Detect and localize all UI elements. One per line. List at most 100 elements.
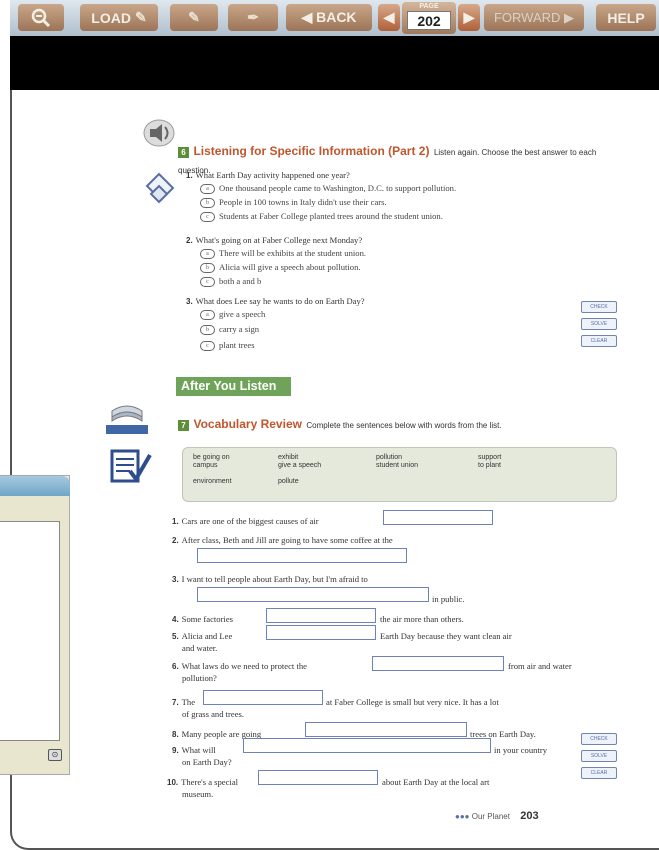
prev-page-button[interactable]: ◀ [378,4,400,31]
option-2b[interactable]: b Alicia will give a speech about polluti… [200,262,361,274]
sentence-5-tail: Earth Day because they want clean air [380,631,512,641]
radio-bubble[interactable]: c [200,212,215,223]
page-caption: PAGE [419,3,439,10]
word-item: to plant [478,462,501,469]
radio-bubble[interactable]: a [200,249,215,260]
load-button[interactable]: LOAD ✎ [80,4,158,31]
answer-field-4[interactable] [266,608,376,623]
answer-field-1[interactable] [383,510,493,525]
back-label: ◀ BACK [301,9,357,25]
triangle-left-icon: ◀ [383,9,395,25]
notebook-check-icon [106,445,152,485]
page-footer: ●●● Our Planet 203 [455,810,539,822]
back-button[interactable]: ◀ BACK [286,4,372,31]
word-item: exhibit [278,454,299,461]
option-3c[interactable]: c plant trees [200,340,255,352]
radio-bubble[interactable]: a [200,310,215,321]
forward-button[interactable]: FORWARD ▶ [484,4,584,31]
answer-field-6[interactable] [372,656,504,671]
option-1b[interactable]: b People in 100 towns in Italy didn't use… [200,197,387,209]
sentence-6-tail: from air and water [508,661,572,671]
answer-field-3[interactable] [197,587,429,602]
section6-number: 6 [178,147,189,158]
forward-label: FORWARD ▶ [493,9,575,25]
sentence-4: 4. Some factories [172,614,233,624]
word-item: environment [193,478,232,485]
sentence-9-tail: in your country [494,745,547,755]
sentence-7: 7. The [172,697,196,707]
option-1c[interactable]: c Students at Faber College planted trees… [200,211,443,223]
answer-field-5[interactable] [266,625,376,640]
radio-bubble[interactable]: c [200,277,215,288]
load-label: LOAD [91,9,131,26]
word-item: campus [193,462,218,469]
sentence-2: 2. After class, Beth and Jill are going t… [172,535,393,545]
viewer-top-band [10,36,659,90]
clear-button[interactable]: CLEAR [581,767,617,779]
sentence-4-tail: the air more than others. [380,614,464,624]
word-item: pollution [376,454,403,461]
help-label: HELP [607,9,645,26]
word-item: be going on [193,454,230,461]
next-page-button[interactable]: ▶ [458,4,480,31]
radio-bubble[interactable]: c [200,341,215,352]
radio-bubble[interactable]: b [200,325,215,336]
question-2: 2. What's going on at Faber College next … [186,235,363,245]
sentence-10: 10. There's a special [167,777,239,787]
word-item: pollute [278,478,299,485]
option-1a[interactable]: a One thousand people came to Washington,… [200,183,456,195]
sentence-6: 6. What laws do we need to protect the [172,661,307,671]
clear-button[interactable]: CLEAR [581,335,617,347]
answer-field-9[interactable] [243,738,491,753]
answer-field-7[interactable] [203,690,323,705]
radio-bubble[interactable]: a [200,184,215,195]
highlight-button[interactable]: ✎ [170,4,218,31]
sentence-6-cont: pollution? [182,673,217,683]
question-3: 3. What does Lee say he wants to do on Ea… [186,296,365,306]
option-2a[interactable]: a There will be exhibits at the student u… [200,248,366,260]
solve-button[interactable]: SOLVE [581,318,617,330]
option-3b[interactable]: b carry a sign [200,324,259,336]
toolbar: LOAD ✎ ✎ ✒ ◀ BACK ◀ PAGE 202 ▶ FORWARD ▶… [10,0,659,36]
side-panel-titlebar[interactable] [0,476,70,496]
solve-button[interactable]: SOLVE [581,750,617,762]
footer-text: Our Planet [471,812,510,821]
section7-title: Vocabulary Review [193,417,302,431]
radio-bubble[interactable]: b [200,263,215,274]
help-button[interactable]: HELP [596,4,656,31]
triangle-right-icon: ▶ [463,9,475,25]
sentence-3-tail: in public. [432,594,465,604]
pencil-icon: ✎ [134,9,147,25]
vocab-strip-icon [145,172,175,208]
word-item: support [478,454,502,461]
option-2c[interactable]: c both a and b [200,276,261,288]
section6-title: Listening for Specific Information (Part… [193,144,430,158]
section7-instruction: Complete the sentences below with words … [306,421,502,430]
word-item: give a speech [278,462,322,469]
section7-heading: 7 Vocabulary Review Complete the sentenc… [178,415,618,433]
sentence-5-cont: and water. [182,643,218,653]
answer-field-10[interactable] [258,770,378,785]
option-3a[interactable]: a give a speech [200,309,265,321]
side-panel-window: ⊙ [0,475,70,775]
footer-dots: ●●● [455,812,470,821]
marker-icon: ✎ [188,9,200,25]
side-panel-control-icon[interactable]: ⊙ [48,749,62,761]
check-button[interactable]: CHECK [581,733,617,745]
page-indicator: PAGE 202 [402,2,456,34]
zoom-button[interactable] [18,4,64,31]
sentence-9: 9. What will [172,745,216,755]
pen-button[interactable]: ✒ [228,4,278,31]
app-frame: LOAD ✎ ✎ ✒ ◀ BACK ◀ PAGE 202 ▶ FORWARD ▶… [0,0,659,850]
speaker-icon [142,118,176,148]
radio-bubble[interactable]: b [200,198,215,209]
sentence-5: 5. Alicia and Lee [172,631,233,641]
answer-field-2[interactable] [197,548,407,563]
check-button[interactable]: CHECK [581,301,617,313]
page-number-field[interactable]: 202 [407,11,451,30]
footer-page-number: 203 [520,810,539,822]
magnifier-icon [31,8,51,27]
pen-icon: ✒ [247,9,259,25]
answer-field-8[interactable] [305,722,467,737]
word-item: student union [376,462,419,469]
